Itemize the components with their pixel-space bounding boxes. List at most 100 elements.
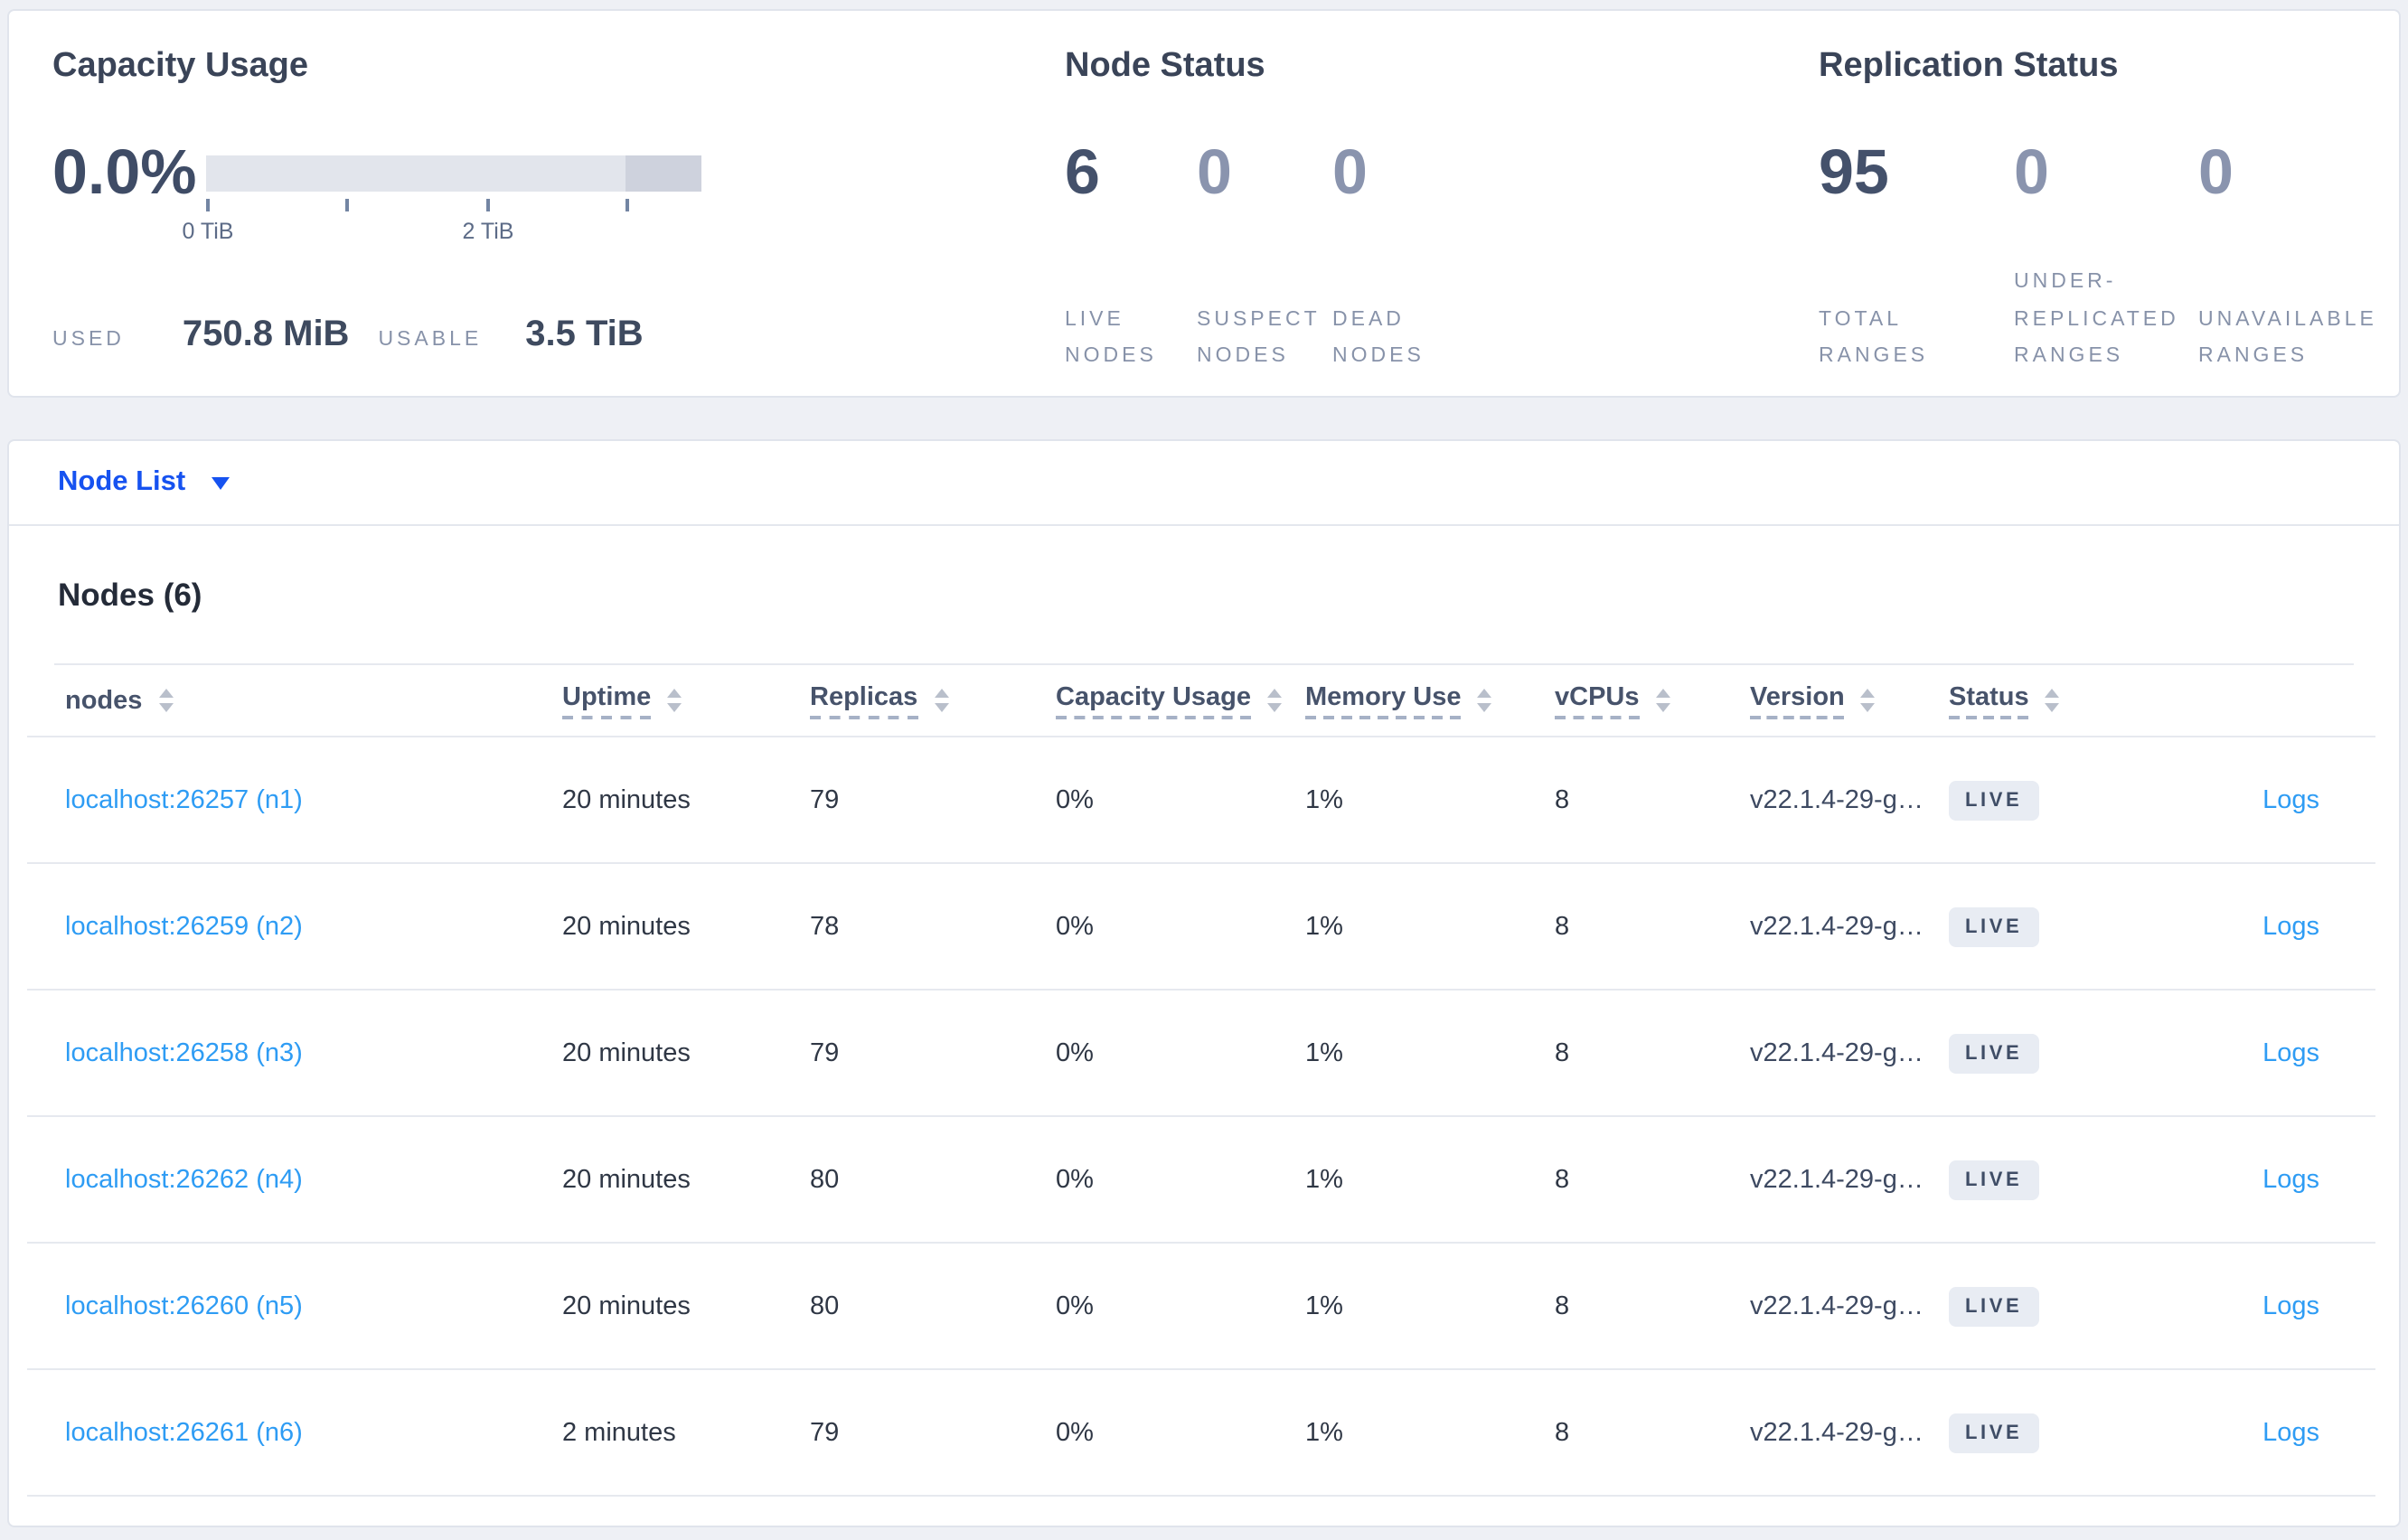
logs-cell: Logs — [2135, 1291, 2319, 1320]
capacity-cell: 0% — [1056, 1418, 1094, 1447]
logs-cell: Logs — [2135, 912, 2319, 941]
node-address-link[interactable]: localhost:26261 (n6) — [65, 1418, 562, 1447]
vcpus-cell: 8 — [1555, 1291, 1570, 1320]
sort-icon — [2045, 689, 2060, 712]
axis-tick-label: 0 TiB — [182, 219, 234, 244]
node-address-link[interactable]: localhost:26258 (n3) — [65, 1038, 562, 1067]
used-label: USED — [52, 329, 125, 351]
table-row: localhost:26262 (n4) 20 minutes 80 0% 1%… — [27, 1117, 2375, 1244]
uptime-cell: 20 minutes — [562, 785, 691, 814]
dead-nodes-stat: 0 DEAD NODES — [1332, 141, 1495, 376]
status-cell: LIVE — [1949, 1286, 2135, 1326]
logs-cell: Logs — [2135, 1165, 2319, 1194]
memory-cell: 1% — [1305, 1291, 1343, 1320]
unavailable-ranges-stat: 0 UNAVAILABLE RANGES — [2198, 141, 2408, 376]
capacity-cell: 0% — [1056, 912, 1094, 941]
logs-link[interactable]: Logs — [2262, 785, 2319, 814]
status-badge: LIVE — [1949, 1033, 2039, 1073]
status-badge: LIVE — [1949, 1413, 2039, 1452]
logs-link[interactable]: Logs — [2262, 1291, 2319, 1320]
replication-stats: 95 TOTAL RANGES 0 UNDER-REPLICATED RANGE… — [1819, 141, 2408, 376]
vcpus-cell: 8 — [1555, 1038, 1570, 1067]
total-ranges-stat: 95 TOTAL RANGES — [1819, 141, 2014, 376]
uptime-cell: 2 minutes — [562, 1418, 676, 1447]
suspect-nodes-stat: 0 SUSPECT NODES — [1197, 141, 1332, 376]
memory-cell: 1% — [1305, 1038, 1343, 1067]
total-ranges-label: TOTAL RANGES — [1819, 308, 1929, 368]
logs-link[interactable]: Logs — [2262, 1038, 2319, 1067]
usable-label: USABLE — [378, 329, 483, 351]
under-replicated-ranges-stat: 0 UNDER-REPLICATED RANGES — [2014, 141, 2198, 376]
memory-cell: 1% — [1305, 785, 1343, 814]
node-address-link[interactable]: localhost:26259 (n2) — [65, 912, 562, 941]
unavailable-ranges-value: 0 — [2198, 137, 2234, 208]
vcpus-cell: 8 — [1555, 912, 1570, 941]
uptime-cell: 20 minutes — [562, 1165, 691, 1194]
column-header-nodes[interactable]: nodes — [65, 686, 562, 715]
axis-tick — [345, 199, 349, 211]
replicas-cell: 80 — [810, 1291, 840, 1320]
logs-cell: Logs — [2135, 1038, 2319, 1067]
version-cell: v22.1.4-29-g… — [1750, 1038, 1924, 1067]
replication-status-title: Replication Status — [1819, 47, 2119, 85]
node-address-link[interactable]: localhost:26262 (n4) — [65, 1165, 562, 1194]
replicas-cell: 78 — [810, 912, 840, 941]
logs-link[interactable]: Logs — [2262, 1165, 2319, 1194]
table-header-row: nodes Uptime Replicas Capacity Usage Mem… — [27, 665, 2375, 737]
under-replicated-ranges-value: 0 — [2014, 137, 2049, 208]
live-nodes-label: LIVE NODES — [1065, 308, 1157, 368]
node-address-link[interactable]: localhost:26257 (n1) — [65, 785, 562, 814]
replicas-cell: 79 — [810, 785, 840, 814]
table-row: localhost:26261 (n6) 2 minutes 79 0% 1% … — [27, 1370, 2375, 1497]
column-header-version[interactable]: Version — [1750, 682, 1949, 718]
capacity-usage-bar: 0 TiB 2 TiB — [183, 155, 701, 244]
status-badge: LIVE — [1949, 906, 2039, 946]
vcpus-cell: 8 — [1555, 1418, 1570, 1447]
under-replicated-ranges-label: UNDER-REPLICATED RANGES — [2014, 270, 2179, 368]
unavailable-ranges-label: UNAVAILABLE RANGES — [2198, 308, 2377, 368]
column-header-status[interactable]: Status — [1949, 682, 2135, 718]
status-cell: LIVE — [1949, 1160, 2135, 1199]
column-header-capacity-usage[interactable]: Capacity Usage — [1056, 682, 1305, 718]
column-header-vcpus[interactable]: vCPUs — [1555, 682, 1750, 718]
capacity-bar-overflow-segment — [626, 155, 701, 192]
node-address-link[interactable]: localhost:26260 (n5) — [65, 1291, 562, 1320]
sort-icon — [1860, 689, 1876, 712]
vcpus-cell: 8 — [1555, 785, 1570, 814]
table-row: localhost:26259 (n2) 20 minutes 78 0% 1%… — [27, 864, 2375, 991]
status-badge: LIVE — [1949, 780, 2039, 820]
logs-link[interactable]: Logs — [2262, 1418, 2319, 1447]
axis-tick-label: 2 TiB — [462, 219, 514, 244]
column-header-uptime[interactable]: Uptime — [562, 682, 810, 718]
column-header-replicas[interactable]: Replicas — [810, 682, 1056, 718]
uptime-cell: 20 minutes — [562, 1291, 691, 1320]
node-list-card: Node List Nodes (6) nodes Uptime Replica… — [7, 439, 2401, 1527]
status-badge: LIVE — [1949, 1286, 2039, 1326]
column-header-memory-use[interactable]: Memory Use — [1305, 682, 1555, 718]
replicas-cell: 79 — [810, 1038, 840, 1067]
version-cell: v22.1.4-29-g… — [1750, 1165, 1924, 1194]
replicas-cell: 80 — [810, 1165, 840, 1194]
memory-cell: 1% — [1305, 912, 1343, 941]
sort-icon — [667, 689, 682, 712]
capacity-percent-value: 0.0% — [52, 137, 197, 208]
sort-icon — [1267, 689, 1282, 712]
version-cell: v22.1.4-29-g… — [1750, 1418, 1924, 1447]
node-list-dropdown[interactable]: Node List — [58, 466, 230, 499]
node-list-dropdown-label: Node List — [58, 466, 186, 497]
logs-link[interactable]: Logs — [2262, 912, 2319, 941]
logs-cell: Logs — [2135, 1418, 2319, 1447]
view-selector-bar: Node List — [9, 441, 2399, 526]
version-cell: v22.1.4-29-g… — [1750, 912, 1924, 941]
uptime-cell: 20 minutes — [562, 1038, 691, 1067]
suspect-nodes-label: SUSPECT NODES — [1197, 308, 1321, 368]
dead-nodes-label: DEAD NODES — [1332, 308, 1425, 368]
node-status-title: Node Status — [1065, 47, 1265, 85]
sort-icon — [158, 689, 174, 712]
version-cell: v22.1.4-29-g… — [1750, 785, 1924, 814]
memory-cell: 1% — [1305, 1165, 1343, 1194]
status-cell: LIVE — [1949, 780, 2135, 820]
status-cell: LIVE — [1949, 1033, 2135, 1073]
status-cell: LIVE — [1949, 1413, 2135, 1452]
live-nodes-value: 6 — [1065, 137, 1100, 208]
